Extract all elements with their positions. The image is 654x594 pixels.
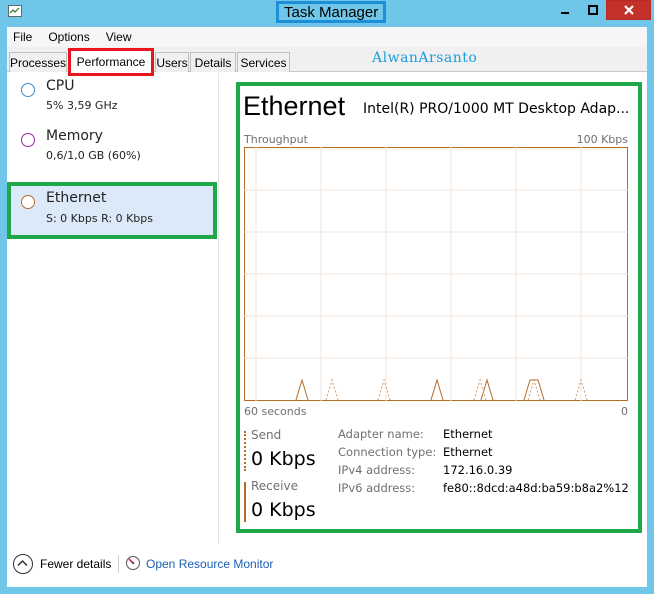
graph-axis-start: 60 seconds [244,405,307,418]
footer-separator [118,555,119,573]
menu-bar: File Options View [7,27,647,47]
close-icon [623,5,634,15]
graph-label: Throughput [244,133,308,146]
cpu-indicator-icon [21,83,35,97]
resource-detail: S: 0 Kbps R: 0 Kbps [46,212,153,225]
task-manager-window: Task Manager File Options View Processes… [0,0,654,594]
resource-title: CPU [46,78,75,94]
receive-label: Receive [251,479,298,493]
send-label: Send [251,428,282,442]
memory-indicator-icon [21,133,35,147]
chevron-up-icon[interactable] [13,554,33,574]
adapter-description: Intel(R) PRO/1000 MT Desktop Adap... [363,101,630,117]
footer-bar: Fewer details Open Resource Monitor [7,544,647,587]
throughput-graph [244,147,628,401]
minimize-button[interactable] [551,0,579,20]
resource-item-cpu[interactable]: CPU 5% 3,59 GHz [7,75,219,125]
open-resource-monitor-link[interactable]: Open Resource Monitor [146,557,273,571]
receive-value: 0 Kbps [251,499,316,521]
window-title: Task Manager [284,3,379,21]
fewer-details-link[interactable]: Fewer details [40,557,111,571]
property-label: IPv4 address: [338,463,416,477]
menu-view[interactable]: View [106,30,132,44]
graph-axis-end: 0 [621,405,628,418]
resource-monitor-icon[interactable] [125,555,141,571]
resource-item-ethernet[interactable]: Ethernet S: 0 Kbps R: 0 Kbps [7,182,217,239]
client-area: File Options View Processes Performance … [7,27,647,587]
tab-strip: Processes Performance Users Details Serv… [7,47,647,76]
resource-detail: 5% 3,59 GHz [46,99,118,112]
resource-list: CPU 5% 3,59 GHz Memory 0,6/1,0 GB (60%) … [7,73,219,544]
property-value: fe80::8dcd:a48d:ba59:b8a2%12 [443,481,629,495]
resource-item-memory[interactable]: Memory 0,6/1,0 GB (60%) [7,125,219,175]
tab-details[interactable]: Details [190,52,236,72]
send-legend-marker [244,431,246,471]
tab-services[interactable]: Services [237,52,290,72]
detail-heading: Ethernet [243,91,346,121]
resource-title: Ethernet [46,190,107,206]
tab-performance[interactable]: Performance [68,48,154,76]
watermark-text: AlwanArsanto [372,50,478,66]
property-label: Connection type: [338,445,437,459]
property-value: Ethernet [443,427,493,441]
menu-options[interactable]: Options [48,30,89,44]
maximize-button[interactable] [579,0,606,20]
close-button[interactable] [606,0,651,20]
resource-title: Memory [46,128,103,144]
property-label: Adapter name: [338,427,424,441]
minimize-icon [561,12,569,14]
tab-processes[interactable]: Processes [9,52,67,72]
send-value: 0 Kbps [251,448,316,470]
ethernet-indicator-icon [21,195,35,209]
property-value: Ethernet [443,445,493,459]
window-title-frame: Task Manager [276,1,387,23]
tab-users[interactable]: Users [155,52,189,72]
property-label: IPv6 address: [338,481,416,495]
task-manager-icon [8,5,22,17]
ethernet-detail-panel: Ethernet Intel(R) PRO/1000 MT Desktop Ad… [236,82,642,533]
property-value: 172.16.0.39 [443,463,513,477]
receive-legend-marker [244,482,246,522]
maximize-icon [587,5,598,15]
graph-max: 100 Kbps [576,133,628,146]
menu-file[interactable]: File [13,30,32,44]
title-bar[interactable]: Task Manager [0,0,654,26]
chevron-up-glyph [17,559,28,567]
resource-detail: 0,6/1,0 GB (60%) [46,149,141,162]
